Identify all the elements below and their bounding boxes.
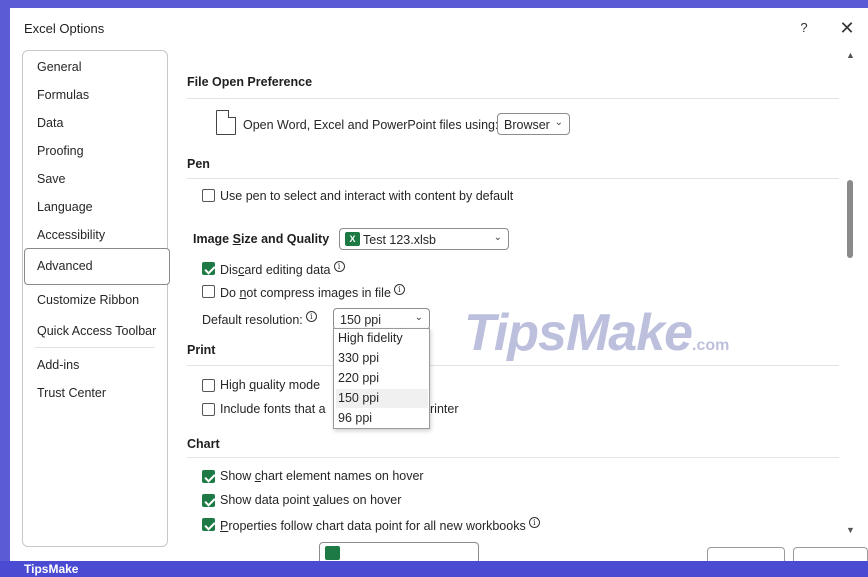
excel-file-icon: X — [345, 232, 360, 246]
sidebar-item-formulas[interactable]: Formulas — [37, 88, 89, 102]
open-with-value: Browser — [504, 118, 550, 132]
help-button[interactable]: ? — [794, 18, 814, 38]
default-resolution-value: 150 ppi — [340, 313, 382, 327]
show-values-label: Show data point values on hover — [220, 493, 402, 507]
sidebar-item-language[interactable]: Language — [37, 200, 93, 214]
sidebar-divider — [35, 347, 155, 348]
close-button[interactable]: ✕ — [836, 17, 858, 39]
section-divider — [187, 365, 839, 366]
no-compress-label: Do not compress images in file i — [220, 284, 405, 300]
section-title-chart: Chart — [187, 437, 220, 451]
sidebar-item-trust-center[interactable]: Trust Center — [37, 386, 106, 400]
use-pen-label: Use pen to select and interact with cont… — [220, 189, 514, 203]
show-names-label: Show chart element names on hover — [220, 469, 424, 483]
brand-label: TipsMake — [24, 562, 79, 576]
section-title-pen: Pen — [187, 157, 210, 171]
sidebar-item-save[interactable]: Save — [37, 172, 66, 186]
chart-workbook-select[interactable] — [319, 542, 479, 561]
open-with-label: Open Word, Excel and PowerPoint files us… — [243, 118, 499, 132]
scroll-up-arrow-icon[interactable]: ▲ — [846, 50, 855, 60]
include-fonts-label-end: rinter — [430, 402, 459, 416]
brand-bar: TipsMake — [0, 561, 868, 577]
properties-follow-label: Properties follow chart data point for a… — [220, 517, 540, 533]
sidebar-item-quick-access-toolbar[interactable]: Quick Access Toolbar — [37, 324, 156, 338]
properties-follow-checkbox[interactable] — [202, 518, 215, 531]
scroll-down-arrow-icon[interactable]: ▼ — [846, 525, 855, 535]
section-title-image-size: Image Size and Quality — [193, 232, 330, 246]
info-icon: i — [528, 517, 540, 528]
default-resolution-select[interactable]: 150 ppi ⌄ — [333, 308, 430, 330]
include-fonts-checkbox[interactable] — [202, 403, 215, 416]
discard-editing-checkbox[interactable] — [202, 262, 215, 275]
info-icon: i — [305, 311, 317, 322]
section-divider — [187, 178, 839, 179]
vertical-scrollbar[interactable]: ▲ ▼ — [844, 38, 858, 553]
high-quality-checkbox[interactable] — [202, 379, 215, 392]
discard-editing-label: Discard editing data i — [220, 261, 345, 277]
document-icon — [216, 110, 236, 135]
section-divider — [187, 98, 839, 99]
sidebar-item-add-ins[interactable]: Add-ins — [37, 358, 79, 372]
dialog-title: Excel Options — [24, 21, 105, 36]
sidebar-item-proofing[interactable]: Proofing — [37, 144, 84, 158]
scroll-thumb[interactable] — [847, 180, 853, 258]
info-icon: i — [333, 261, 345, 272]
no-compress-checkbox[interactable] — [202, 285, 215, 298]
sidebar-item-accessibility[interactable]: Accessibility — [37, 228, 105, 242]
resolution-option-330[interactable]: 330 ppi — [336, 349, 428, 368]
sidebar-item-data[interactable]: Data — [37, 116, 63, 130]
chevron-down-icon: ⌄ — [554, 117, 563, 128]
resolution-option-150[interactable]: 150 ppi — [336, 389, 428, 408]
watermark: TipsMake.com — [464, 304, 730, 362]
info-icon: i — [393, 284, 405, 295]
show-names-checkbox[interactable] — [202, 470, 215, 483]
title-bar: Excel Options ? ✕ — [10, 8, 868, 46]
resolution-option-220[interactable]: 220 ppi — [336, 369, 428, 388]
excel-file-icon — [325, 546, 340, 560]
default-resolution-label: Default resolution: i — [202, 311, 317, 327]
resolution-dropdown-list: High fidelity 330 ppi 220 ppi 150 ppi 96… — [333, 328, 430, 429]
image-workbook-value: Test 123.xlsb — [363, 233, 436, 247]
options-content: File Open Preference Open Word, Excel an… — [178, 46, 854, 561]
excel-options-dialog: Excel Options ? ✕ General Formulas Data … — [10, 8, 868, 567]
section-title-print: Print — [187, 343, 216, 357]
high-quality-label: High quality mode — [220, 378, 321, 392]
chevron-down-icon: ⌄ — [493, 232, 502, 243]
chevron-down-icon: ⌄ — [414, 312, 423, 323]
resolution-option-high-fidelity[interactable]: High fidelity — [336, 329, 428, 348]
sidebar-item-customize-ribbon[interactable]: Customize Ribbon — [37, 293, 139, 307]
section-title-file-open: File Open Preference — [187, 75, 313, 89]
sidebar-item-general[interactable]: General — [37, 60, 81, 74]
include-fonts-label-start: Include fonts that a — [220, 402, 326, 416]
image-workbook-select[interactable]: X Test 123.xlsb ⌄ — [339, 228, 509, 250]
use-pen-checkbox[interactable] — [202, 189, 215, 202]
section-divider — [187, 457, 839, 458]
show-values-checkbox[interactable] — [202, 494, 215, 507]
sidebar-item-advanced[interactable]: Advanced — [37, 259, 93, 273]
resolution-option-96[interactable]: 96 ppi — [336, 409, 428, 428]
open-with-select[interactable]: Browser ⌄ — [497, 113, 570, 135]
options-sidebar: General Formulas Data Proofing Save Lang… — [22, 50, 170, 547]
